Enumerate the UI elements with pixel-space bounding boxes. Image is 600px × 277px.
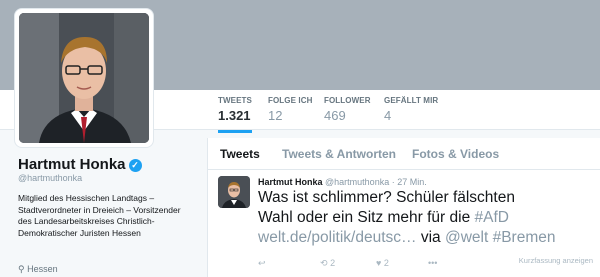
profile-bio: Mitglied des Hessischen Landtags – Stadt…	[18, 193, 181, 238]
profile-location: ⚲ Hessen	[18, 264, 58, 275]
tweet[interactable]: Hartmut Honka @hartmuthonka · 27 Min. Wa…	[208, 170, 600, 277]
verified-badge-icon: ✓	[128, 158, 142, 172]
stat-likes[interactable]: GEFÄLLT MIR 4	[384, 96, 438, 123]
tweet-avatar[interactable]	[218, 176, 250, 208]
tweet-author[interactable]: Hartmut Honka	[258, 177, 323, 187]
tweet-handle[interactable]: @hartmuthonka	[325, 177, 389, 187]
more-icon[interactable]: •••	[428, 258, 437, 268]
stat-following[interactable]: FOLGE ICH 12	[268, 96, 312, 123]
hashtag-link[interactable]: #AfD	[475, 209, 509, 226]
tab-tweets-replies[interactable]: Tweets & Antworten	[282, 147, 396, 161]
tab-tweets[interactable]: Tweets	[220, 147, 260, 161]
like-icon: ♥	[376, 258, 382, 268]
stat-followers[interactable]: FOLLOWER 469	[324, 96, 371, 123]
stat-label: FOLLOWER	[324, 96, 371, 105]
via-text: via	[416, 229, 445, 246]
retweet-button[interactable]: ⟲ 2	[320, 258, 335, 269]
tweet-text: Was ist schlimmer? Schüler fälschten Wah…	[258, 188, 598, 248]
timeline-tabs: Tweets Tweets & Antworten Fotos & Videos	[208, 138, 600, 170]
hashtag-link[interactable]: #Bremen	[488, 229, 556, 246]
stat-value: 12	[268, 108, 283, 123]
stat-label: TWEETS	[218, 96, 252, 105]
url-link[interactable]: welt.de/politik/deutsc…	[258, 229, 417, 246]
profile-name[interactable]: Hartmut Honka ✓	[18, 156, 142, 173]
stat-label: FOLGE ICH	[268, 96, 313, 105]
tab-photos-videos[interactable]: Fotos & Videos	[412, 147, 499, 161]
summary-link[interactable]: Kurzfassung anzeigen	[519, 256, 593, 265]
stat-label: GEFÄLLT MIR	[384, 96, 439, 105]
retweet-icon: ⟲	[320, 258, 328, 268]
location-pin-icon: ⚲	[18, 264, 25, 274]
profile-avatar[interactable]	[14, 8, 154, 148]
retweet-count: 2	[330, 258, 336, 268]
timeline: Tweets Tweets & Antworten Fotos & Videos…	[207, 138, 600, 277]
avatar-photo	[19, 13, 149, 143]
reply-icon[interactable]: ↩	[258, 258, 266, 269]
tweet-timestamp[interactable]: · 27 Min.	[392, 177, 427, 187]
stat-value: 1.321	[218, 108, 251, 123]
tweet-line-1: Was ist schlimmer? Schüler fälschten	[258, 189, 515, 206]
stat-tweets[interactable]: TWEETS 1.321	[218, 96, 252, 133]
location-text: Hessen	[27, 264, 58, 274]
tweet-line-3: welt.de/politik/deutsc… via @welt #Breme…	[258, 228, 598, 248]
stat-value: 469	[324, 108, 346, 123]
stat-value: 4	[384, 108, 392, 123]
like-button[interactable]: ♥ 2	[376, 258, 389, 268]
tweet-header: Hartmut Honka @hartmuthonka · 27 Min.	[258, 177, 427, 187]
profile-name-text: Hartmut Honka	[18, 156, 126, 173]
mention-link[interactable]: @welt	[445, 229, 488, 246]
profile-handle[interactable]: @hartmuthonka	[18, 173, 82, 183]
tweet-line-2: Wahl oder ein Sitz mehr für die #AfD	[258, 208, 598, 228]
like-count: 2	[383, 258, 389, 268]
tweet-text-part: Wahl oder ein Sitz mehr für die	[258, 209, 475, 226]
